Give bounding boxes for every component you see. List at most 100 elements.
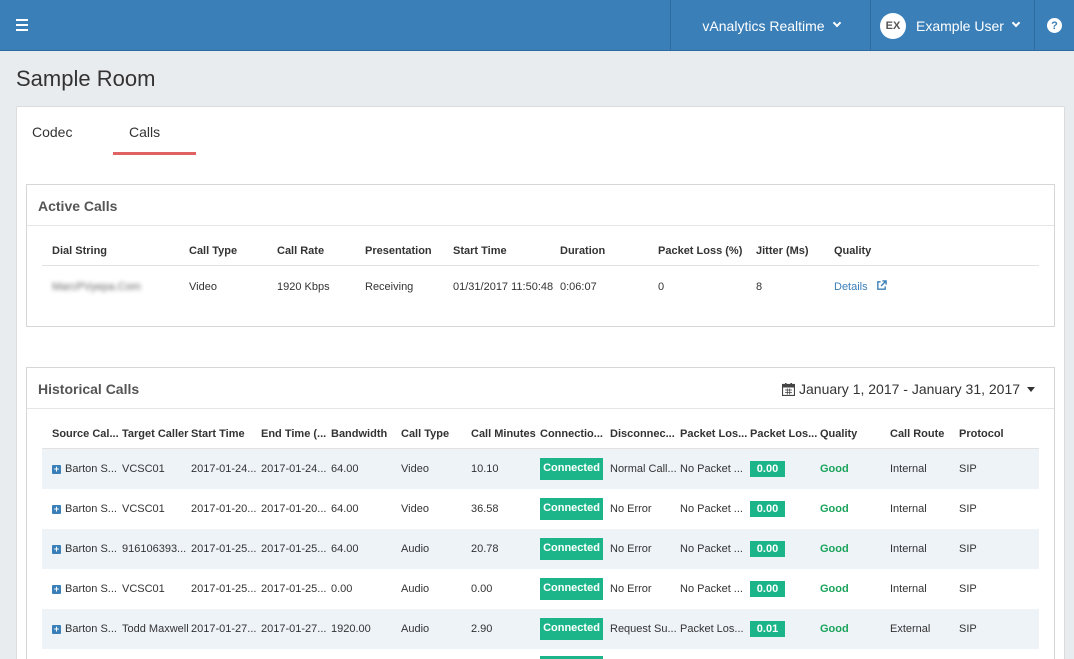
app-switcher-dropdown[interactable]: vAnalytics Realtime (671, 0, 871, 51)
column-header[interactable]: Start Time (191, 428, 245, 440)
active-calls-panel: Active Calls (26, 184, 1055, 327)
chevron-down-icon (832, 18, 841, 28)
table-cell: 2017-01-20... (191, 503, 257, 515)
table-cell: 2017-01-24... (191, 463, 257, 475)
table-cell: 2017-01-25... (261, 583, 327, 595)
quality-value: Good (820, 583, 849, 595)
column-header[interactable]: End Time (... (261, 428, 326, 440)
status-badge: Connected (540, 538, 603, 560)
table-cell: 0 (658, 281, 665, 293)
active-tab-indicator (113, 152, 196, 155)
quality-value: Good (820, 623, 849, 635)
chevron-down-icon (1011, 18, 1021, 28)
column-header[interactable]: Call Rate (277, 245, 324, 257)
expand-row-icon[interactable]: + (52, 465, 61, 474)
table-cell: 0.00 (331, 583, 353, 595)
table-cell: No Error (610, 583, 652, 595)
details-link[interactable]: Details (834, 281, 868, 293)
table-cell: SIP (959, 623, 977, 635)
column-header[interactable]: Start Time (453, 245, 507, 257)
column-header[interactable]: Quality (820, 428, 857, 440)
table-cell: Barton S... (65, 463, 117, 475)
table-cell: 2017-01-20... (261, 503, 327, 515)
tab-codec[interactable]: Codec (32, 124, 72, 140)
column-header[interactable]: Jitter (Ms) (756, 245, 809, 257)
table-cell: SIP (959, 503, 977, 515)
table-cell: Barton S... (65, 583, 117, 595)
page-title: Sample Room (16, 66, 156, 91)
table-cell: Normal Call... (610, 463, 677, 475)
column-header[interactable]: Protocol (959, 428, 1004, 440)
column-header[interactable]: Bandwidth (331, 428, 387, 440)
table-cell: No Packet ... (680, 543, 743, 555)
column-header[interactable]: Disconnec... (610, 428, 675, 440)
column-header[interactable]: Source Cal... (52, 428, 119, 440)
table-cell: Internal (890, 583, 927, 595)
table-cell: VCSC01 (122, 503, 165, 515)
calendar-icon (782, 382, 795, 396)
status-badge: Connected (540, 618, 603, 640)
table-cell: External (890, 623, 931, 635)
column-header[interactable]: Duration (560, 245, 605, 257)
table-cell: Video (401, 463, 429, 475)
column-header[interactable]: Connectio... (540, 428, 603, 440)
status-badge: Connected (540, 498, 603, 520)
quality-value: Good (820, 463, 849, 475)
column-header[interactable]: Packet Los... (750, 428, 817, 440)
user-menu-dropdown[interactable]: EX Example User (871, 0, 1035, 51)
table-cell: SIP (959, 583, 977, 595)
table-cell: 36.58 (471, 503, 499, 515)
hamburger-menu-icon[interactable] (16, 19, 28, 31)
panel-header: Active Calls (27, 185, 1054, 226)
table-cell: 64.00 (331, 503, 359, 515)
packet-loss-badge: 0.00 (750, 541, 785, 557)
panel-title: Historical Calls (38, 381, 140, 397)
table-cell: Request Su... (610, 623, 677, 635)
table-cell: 01/31/2017 11:50:48 (453, 281, 554, 293)
avatar: EX (880, 12, 906, 39)
quality-value: Good (820, 543, 849, 555)
column-header[interactable]: Call Route (890, 428, 944, 440)
date-range-picker[interactable]: January 1, 2017 - January 31, 2017 (782, 381, 1036, 397)
table-cell: Barton S... (65, 503, 117, 515)
expand-row-icon[interactable]: + (52, 505, 61, 514)
table-cell: No Packet ... (680, 503, 743, 515)
caret-down-icon (1027, 386, 1036, 392)
expand-row-icon[interactable]: + (52, 625, 61, 634)
packet-loss-badge: 0.00 (750, 501, 785, 517)
dial-string-cell: MarcPVyepa.Com (52, 281, 141, 293)
column-header[interactable]: Packet Loss (%) (658, 245, 742, 257)
expand-row-icon[interactable]: + (52, 585, 61, 594)
column-header[interactable]: Call Type (401, 428, 449, 440)
table-cell: VCSC01 (122, 583, 165, 595)
table-cell: Receiving (365, 281, 414, 293)
table-cell: Audio (401, 623, 430, 635)
table-cell: No Error (610, 503, 652, 515)
table-cell: 1920 Kbps (277, 281, 330, 293)
table-cell: 2017-01-25... (191, 583, 257, 595)
column-header[interactable]: Presentation (365, 245, 432, 257)
expand-row-icon[interactable]: + (52, 545, 61, 554)
table-cell: VCSC01 (122, 463, 165, 475)
table-cell: 10.10 (471, 463, 499, 475)
column-header[interactable]: Call Minutes (471, 428, 536, 440)
column-header[interactable]: Dial String (52, 245, 107, 257)
table-cell: Barton S... (65, 543, 117, 555)
table-cell: Audio (401, 543, 430, 555)
column-header[interactable]: Quality (834, 245, 871, 257)
table-cell: 20.78 (471, 543, 499, 555)
table-cell: 1920.00 (331, 623, 371, 635)
column-header[interactable]: Packet Los... (680, 428, 747, 440)
column-header[interactable]: Call Type (189, 245, 237, 257)
tab-calls[interactable]: Calls (129, 124, 160, 140)
top-navbar: vAnalytics Realtime EX Example User ? (0, 0, 1074, 51)
user-name: Example User (916, 17, 1004, 34)
table-cell: Barton S... (65, 623, 117, 635)
table-cell: Packet Los... (680, 623, 744, 635)
packet-loss-badge: 0.01 (750, 621, 785, 637)
table-cell: 2017-01-25... (261, 543, 327, 555)
table-cell: Video (401, 503, 429, 515)
help-button[interactable]: ? (1035, 0, 1074, 51)
column-header[interactable]: Target Caller (122, 428, 188, 440)
external-link-icon[interactable] (876, 280, 887, 291)
